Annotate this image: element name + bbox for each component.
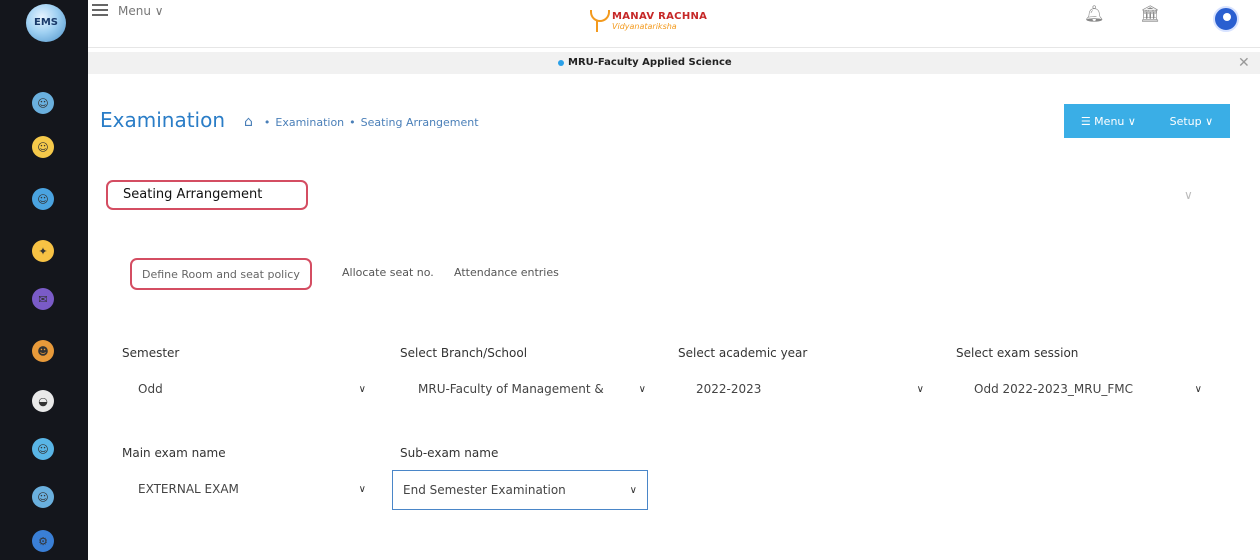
semester-select[interactable]: Odd ∨ — [128, 374, 376, 404]
chevron-down-icon: ∨ — [916, 383, 924, 395]
sub-exam-label: Sub-exam name — [400, 446, 499, 460]
breadcrumb-separator: • — [263, 115, 271, 129]
home-icon[interactable]: ⌂ — [244, 114, 253, 130]
group-icon[interactable]: ☻ — [32, 340, 54, 362]
org-name: MRU-Faculty Applied Science — [568, 57, 732, 68]
institution-icon[interactable]: 🏛︎ — [1140, 4, 1160, 23]
academic-year-label: Select academic year — [678, 346, 808, 360]
breadcrumb-separator: • — [349, 115, 356, 129]
chevron-down-icon: ∨ — [629, 484, 637, 496]
dashboard-icon[interactable]: ◒ — [32, 390, 54, 412]
student-icon[interactable]: ☺ — [32, 136, 54, 158]
semester-label: Semester — [122, 346, 180, 360]
chat-icon[interactable]: ✉ — [32, 288, 54, 310]
support-icon[interactable]: ☺ — [32, 486, 54, 508]
users-icon[interactable]: ☺ — [32, 438, 54, 460]
tab-define-room-seat-policy[interactable]: Define Room and seat policy — [130, 258, 312, 290]
branch-label: Select Branch/School — [400, 346, 528, 360]
brand-logo: MANAV RACHNA Vidyanatariksha — [588, 6, 707, 36]
tab-attendance-entries[interactable]: Attendance entries — [454, 258, 559, 290]
breadcrumb-examination[interactable]: Examination — [275, 116, 344, 129]
tab-allocate-seat-no[interactable]: Allocate seat no. — [342, 258, 434, 290]
close-icon[interactable]: ✕ — [1238, 55, 1250, 71]
bell-icon[interactable]: 🔔︎ — [1084, 4, 1104, 23]
app-logo[interactable]: EMS — [26, 4, 66, 42]
chevron-down-icon: ∨ — [1194, 383, 1202, 395]
menu-button[interactable]: ☰ Menu ∨ — [1081, 115, 1136, 128]
profile-icon[interactable]: ☺ — [32, 92, 54, 114]
academic-year-select[interactable]: 2022-2023 ∨ — [686, 374, 934, 404]
teacher-icon[interactable]: ☺ — [32, 188, 54, 210]
sub-exam-select[interactable]: End Semester Examination ∨ — [392, 470, 648, 510]
brand-mark-icon — [588, 8, 610, 34]
semester-value: Odd — [138, 382, 163, 396]
setup-button[interactable]: Setup ∨ — [1170, 115, 1214, 128]
main-exam-value: EXTERNAL EXAM — [138, 482, 239, 496]
top-bar: Menu ∨ MANAV RACHNA Vidyanatariksha 🔔︎ 🏛… — [88, 0, 1260, 48]
exam-session-label: Select exam session — [956, 346, 1079, 360]
chevron-down-icon: ∨ — [638, 383, 646, 395]
academic-year-value: 2022-2023 — [696, 382, 762, 396]
panel-title[interactable]: Seating Arrangement — [106, 180, 308, 210]
branch-value: MRU-Faculty of Management & — [418, 382, 604, 396]
main-exam-label: Main exam name — [122, 446, 226, 460]
chevron-down-icon: ∨ — [358, 483, 366, 495]
chevron-down-icon: ∨ — [358, 383, 366, 395]
user-avatar[interactable] — [1213, 6, 1239, 32]
idea-icon[interactable]: ✦ — [32, 240, 54, 262]
top-menu-dropdown[interactable]: Menu ∨ — [118, 4, 164, 18]
org-label: MRU-Faculty Applied Science — [558, 57, 732, 68]
settings-icon[interactable]: ⚙ — [32, 530, 54, 552]
status-dot-icon — [558, 59, 564, 66]
page-title: Examination — [100, 108, 226, 132]
chevron-down-icon[interactable]: ∨ — [1184, 188, 1193, 202]
exam-session-select[interactable]: Odd 2022-2023_MRU_FMC ∨ — [964, 374, 1212, 404]
breadcrumb: ⌂ • Examination • Seating Arrangement — [244, 114, 479, 130]
brand-name: MANAV RACHNA — [612, 11, 708, 22]
sub-exam-value: End Semester Examination — [403, 483, 566, 497]
sidebar-rail: EMS ☺ ☺ ☺ ✦ ✉ ☻ ◒ ☺ ☺ ⚙ — [0, 0, 88, 560]
exam-session-value: Odd 2022-2023_MRU_FMC — [974, 382, 1134, 396]
main-exam-select[interactable]: EXTERNAL EXAM ∨ — [128, 474, 376, 504]
org-bar: MRU-Faculty Applied Science ✕ — [88, 52, 1260, 74]
header-actions: ☰ Menu ∨ Setup ∨ — [1064, 104, 1230, 138]
hamburger-icon[interactable] — [92, 4, 108, 16]
breadcrumb-seating-arrangement: Seating Arrangement — [360, 115, 479, 129]
branch-select[interactable]: MRU-Faculty of Management & ∨ — [408, 374, 656, 404]
brand-tagline: Vidyanatariksha — [612, 22, 677, 31]
